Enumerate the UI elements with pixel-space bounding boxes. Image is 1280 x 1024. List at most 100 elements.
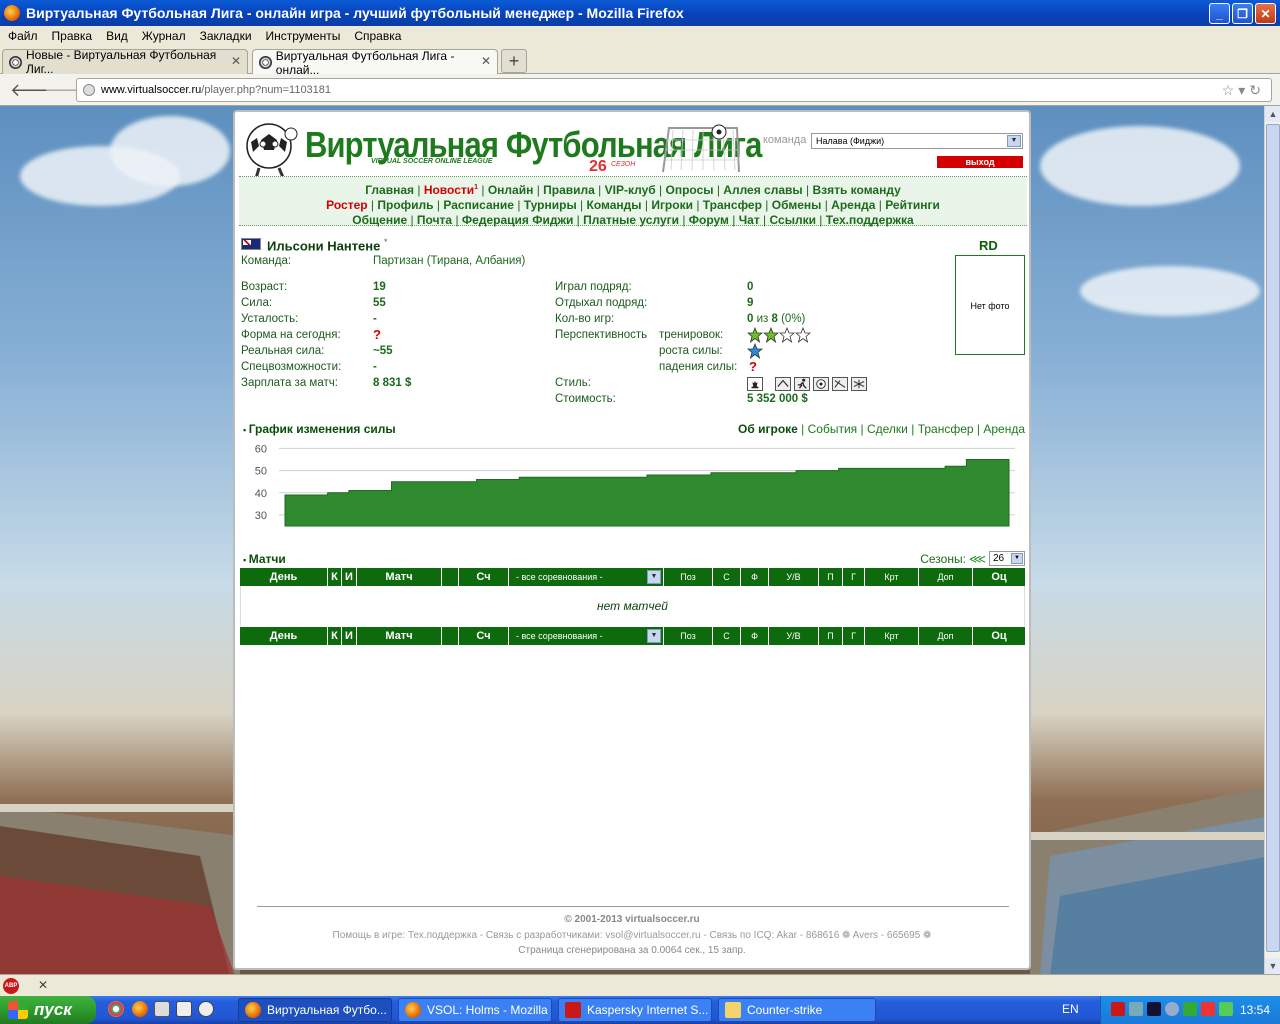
task-kaspersky[interactable]: Kaspersky Internet S... [558, 998, 712, 1022]
col-f[interactable]: Ф [741, 568, 769, 586]
col-rating[interactable]: Оц [973, 568, 1025, 586]
col-uv[interactable]: У/В [769, 568, 819, 586]
col-cards[interactable]: Крт [865, 568, 919, 586]
nav-roster[interactable]: Ростер [326, 198, 367, 212]
nav-news[interactable]: Новости [424, 183, 474, 197]
firefox-icon[interactable] [132, 1001, 148, 1017]
nvidia-icon[interactable] [1183, 1002, 1197, 1016]
col-score[interactable]: Сч [459, 568, 509, 586]
scroll-up-icon[interactable]: ▲ [1265, 106, 1280, 122]
col-i[interactable]: И [342, 568, 357, 586]
nav-teams[interactable]: Команды [587, 198, 642, 212]
menu-history[interactable]: Журнал [142, 29, 186, 43]
col-cards[interactable]: Крт [865, 627, 919, 645]
chevron-down-icon[interactable]: ▼ [647, 570, 661, 584]
col-day[interactable]: День [240, 568, 328, 586]
footer-help[interactable]: Помощь в игре: Тех.поддержка - Связь с р… [235, 930, 1029, 941]
chevron-down-icon[interactable]: ▼ [1011, 553, 1023, 564]
nav-vip[interactable]: VIP-клуб [605, 183, 656, 197]
chevron-down-icon[interactable]: ▼ [647, 629, 661, 643]
subnav-rent[interactable]: Аренда [983, 422, 1025, 436]
nav-players[interactable]: Игроки [651, 198, 693, 212]
language-indicator[interactable]: EN [1062, 1002, 1079, 1016]
tab-new[interactable]: Новые - Виртуальная Футбольная Лиг... ✕ [2, 48, 248, 76]
network-icon[interactable] [1129, 1002, 1143, 1016]
scroll-down-icon[interactable]: ▼ [1265, 958, 1280, 974]
col-g[interactable]: Г [843, 627, 865, 645]
col-score[interactable]: Сч [459, 627, 509, 645]
scrollbar-thumb[interactable] [1266, 124, 1280, 952]
competition-select[interactable]: - все соревнования - ▼ [512, 629, 661, 643]
close-tab-icon[interactable]: ✕ [481, 54, 491, 68]
prev-seasons-icon[interactable]: ⋘ [969, 552, 986, 566]
nav-rules[interactable]: Правила [543, 183, 595, 197]
col-g[interactable]: Г [843, 568, 865, 586]
col-extra[interactable]: Доп [919, 568, 973, 586]
adblock-icon[interactable]: ABP [3, 978, 19, 994]
col-uv[interactable]: У/В [769, 627, 819, 645]
col-day[interactable]: День [240, 627, 328, 645]
menu-bookmarks[interactable]: Закладки [200, 29, 252, 43]
nav-online[interactable]: Онлайн [488, 183, 534, 197]
pen-icon[interactable] [176, 1001, 192, 1017]
new-tab-button[interactable]: + [501, 49, 527, 73]
col-s[interactable]: С [713, 627, 741, 645]
kaspersky-tray-icon[interactable] [1111, 1002, 1125, 1016]
chevron-down-icon[interactable]: ▼ [1007, 135, 1021, 147]
nav-tournaments[interactable]: Турниры [524, 198, 577, 212]
close-window-button[interactable]: ✕ [1255, 3, 1276, 24]
chrome-icon[interactable] [108, 1001, 124, 1017]
restore-button[interactable]: ❐ [1232, 3, 1253, 24]
col-f[interactable]: Ф [741, 627, 769, 645]
nav-schedule[interactable]: Расписание [443, 198, 514, 212]
nav-ratings[interactable]: Рейтинги [885, 198, 940, 212]
page-scrollbar[interactable]: ▲ ▼ [1264, 106, 1280, 974]
subnav-about[interactable]: Об игроке [738, 422, 798, 436]
nav-home[interactable]: Главная [365, 183, 414, 197]
col-match[interactable]: Матч [357, 627, 442, 645]
col-k[interactable]: К [328, 568, 342, 586]
nav-profile[interactable]: Профиль [377, 198, 433, 212]
subnav-events[interactable]: События [808, 422, 858, 436]
menu-help[interactable]: Справка [354, 29, 401, 43]
minimize-button[interactable]: _ [1209, 3, 1230, 24]
bookmark-star-icon[interactable]: ☆▾↻ [1222, 82, 1265, 99]
col-k[interactable]: К [328, 627, 342, 645]
nav-polls[interactable]: Опросы [665, 183, 713, 197]
competition-select[interactable]: - все соревнования - ▼ [512, 570, 661, 584]
team-select[interactable]: Налава (Фиджи) ▼ [811, 133, 1023, 149]
nav-chat[interactable]: Чат [739, 213, 760, 227]
menu-tools[interactable]: Инструменты [266, 29, 341, 43]
season-select[interactable]: 26 ▼ [989, 551, 1025, 566]
col-p[interactable]: П [819, 568, 843, 586]
close-tab-icon[interactable]: ✕ [231, 54, 241, 68]
menu-file[interactable]: Файл [8, 29, 38, 43]
nav-community[interactable]: Общение [352, 213, 407, 227]
task-counter-strike[interactable]: Counter-strike [718, 998, 876, 1022]
start-button[interactable]: пуск [0, 996, 96, 1024]
nav-paid-services[interactable]: Платные услуги [583, 213, 679, 227]
col-pos[interactable]: Поз [663, 627, 713, 645]
nav-exchanges[interactable]: Обмены [772, 198, 822, 212]
team-link[interactable]: Партизан (Тирана, Албания) [373, 255, 525, 267]
nav-links[interactable]: Ссылки [770, 213, 816, 227]
col-p[interactable]: П [819, 627, 843, 645]
url-bar[interactable]: www.virtualsoccer.ru /player.php?num=110… [76, 78, 1272, 102]
nav-take-team[interactable]: Взять команду [812, 183, 900, 197]
logout-button[interactable]: выход [937, 156, 1023, 168]
close-icon[interactable]: ✕ [38, 978, 48, 992]
tab-active[interactable]: Виртуальная Футбольная Лига - онлай... ✕ [252, 49, 498, 77]
tray-icon[interactable] [1165, 1002, 1179, 1016]
nav-mail[interactable]: Почта [417, 213, 452, 227]
nav-support[interactable]: Тех.поддержка [826, 213, 914, 227]
media-player-icon[interactable] [1147, 1002, 1161, 1016]
col-s[interactable]: С [713, 568, 741, 586]
col-i[interactable]: И [342, 627, 357, 645]
subnav-deals[interactable]: Сделки [867, 422, 908, 436]
menu-edit[interactable]: Правка [52, 29, 93, 43]
calculator-icon[interactable] [154, 1001, 170, 1017]
nav-hall-of-fame[interactable]: Аллея славы [723, 183, 802, 197]
task-firefox-holms[interactable]: VSOL: Holms - Mozilla ... [398, 998, 552, 1022]
nav-federation[interactable]: Федерация Фиджи [462, 213, 573, 227]
nav-transfer[interactable]: Трансфер [703, 198, 762, 212]
